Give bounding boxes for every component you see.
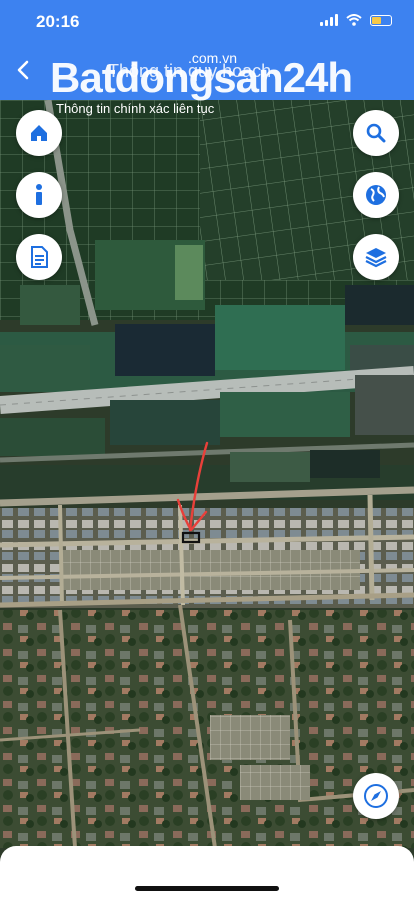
search-icon: [366, 123, 386, 143]
layers-icon: [365, 248, 387, 268]
globe-icon: [366, 185, 386, 205]
document-button[interactable]: [16, 234, 62, 280]
watermark-domain: .com.vn: [188, 50, 238, 66]
home-button[interactable]: [16, 110, 62, 156]
status-icons: [320, 14, 392, 26]
info-icon: [36, 184, 42, 205]
satellite-map[interactable]: [0, 100, 414, 848]
search-button[interactable]: [353, 110, 399, 156]
home-icon: [31, 125, 47, 141]
compass-button[interactable]: [353, 773, 399, 819]
status-time: 20:16: [36, 12, 80, 31]
globe-button[interactable]: [353, 172, 399, 218]
compass-icon: [364, 784, 388, 808]
bottom-sheet[interactable]: [0, 846, 414, 900]
wifi-icon: [346, 14, 362, 26]
map-imagery: [0, 100, 414, 848]
status-bar: 20:16: [0, 0, 414, 44]
document-icon: [31, 246, 48, 268]
back-arrow-icon[interactable]: [10, 56, 38, 84]
cellular-signal-icon: [320, 14, 338, 26]
info-button[interactable]: [16, 172, 62, 218]
battery-icon: [370, 14, 392, 26]
layers-button[interactable]: [353, 234, 399, 280]
home-indicator: [135, 886, 279, 891]
watermark-tagline: Thông tin chính xác liên tục: [56, 101, 215, 116]
